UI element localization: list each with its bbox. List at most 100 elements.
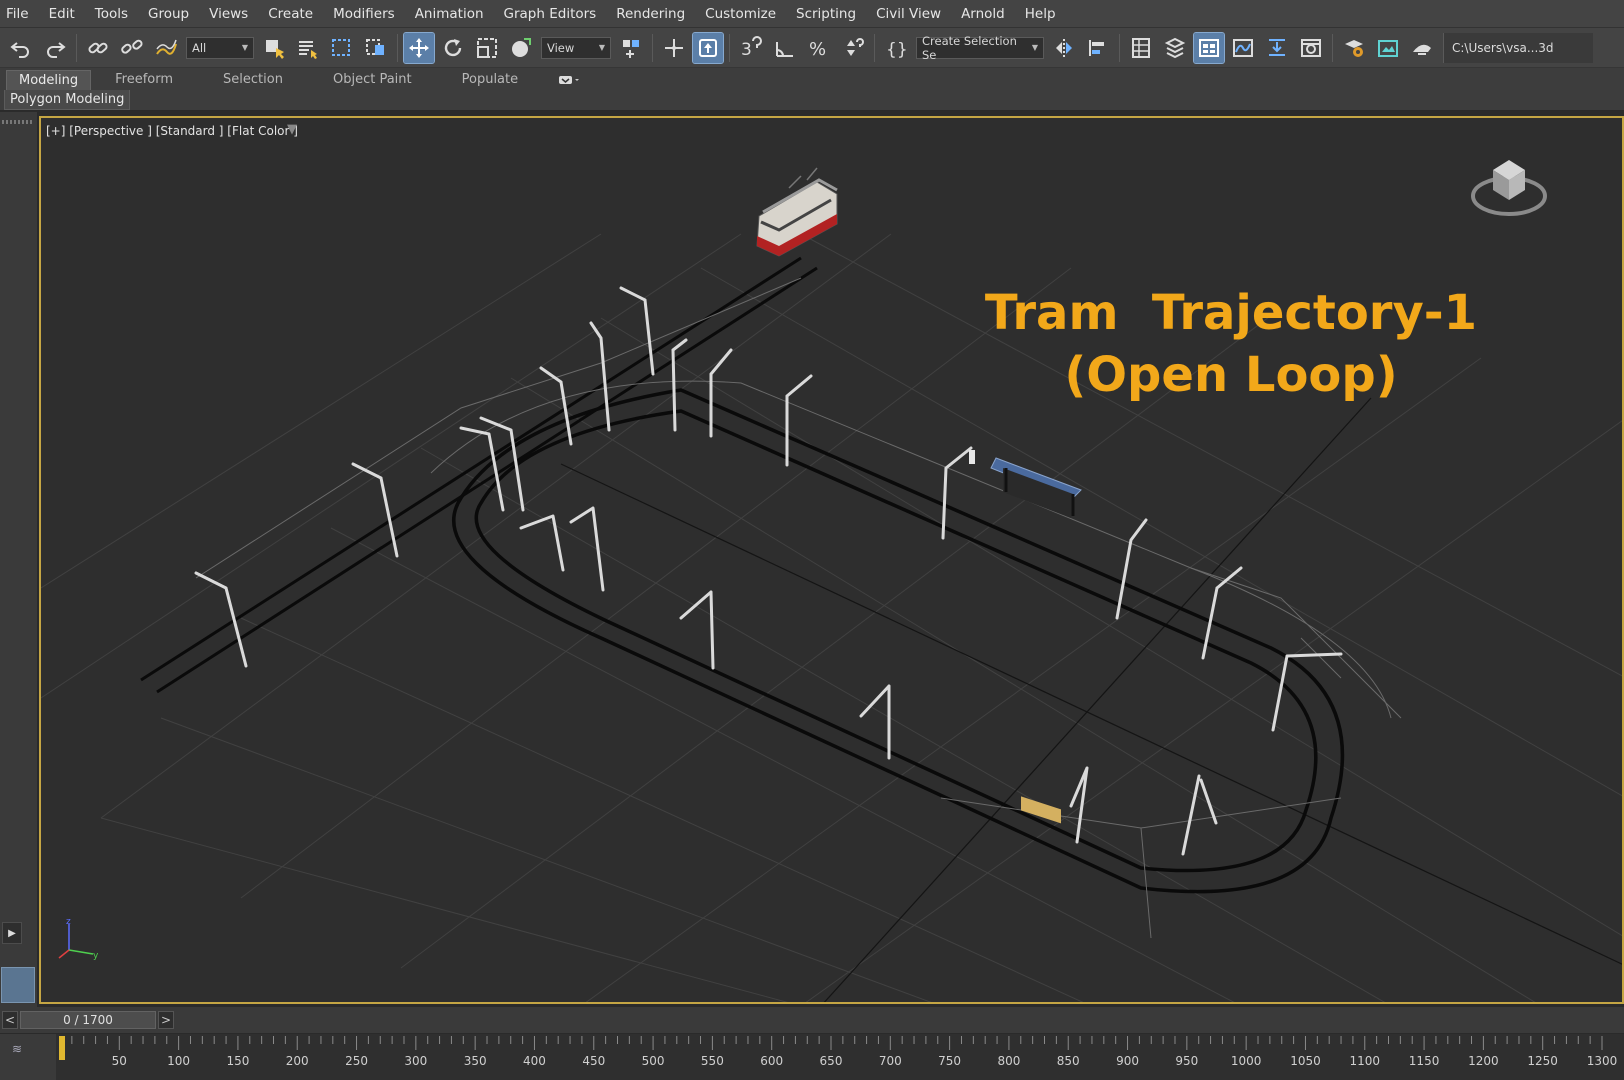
timeline-tick-label: 1000 — [1231, 1054, 1262, 1068]
tab-modeling[interactable]: Modeling — [6, 70, 92, 90]
material-editor-icon[interactable] — [1296, 33, 1326, 63]
rectangular-selection-icon[interactable] — [327, 33, 357, 63]
menu-scripting[interactable]: Scripting — [786, 0, 866, 28]
menu-views[interactable]: Views — [199, 0, 258, 28]
expand-arrow-icon[interactable]: ▶ — [2, 922, 22, 944]
timeline-tick-label: 1100 — [1349, 1054, 1380, 1068]
rendered-frame-window-icon[interactable] — [1373, 33, 1403, 63]
menu-bar: File Edit Tools Group Views Create Modif… — [0, 0, 1624, 28]
polygon-modeling-panel[interactable]: Polygon Modeling — [4, 90, 131, 110]
snaps-toggle-icon[interactable]: 3 — [736, 33, 766, 63]
grip-handle[interactable] — [2, 120, 34, 124]
current-frame-marker[interactable] — [59, 1036, 65, 1060]
track-bar-ruler[interactable]: 50 100 150 200 250 300 350 400 450 500 550 600 650 70… — [56, 1034, 1624, 1080]
ribbon-tabs: Modeling Freeform Selection Object Paint… — [0, 68, 1624, 90]
perspective-viewport[interactable]: [+] [Perspective ] [Standard ] [Flat Col… — [39, 116, 1624, 1004]
overlay-title-line2: (Open Loop) — [1064, 347, 1398, 403]
tab-object-paint[interactable]: Object Paint — [321, 70, 424, 90]
toolbar-separator — [652, 33, 653, 62]
toolbar-separator — [729, 33, 730, 62]
menu-graph-editors[interactable]: Graph Editors — [494, 0, 607, 28]
named-selection-set-dropdown[interactable]: Create Selection Se ▼ — [916, 34, 1044, 62]
project-path-text: C:\Users\vsa...3d — [1452, 40, 1554, 55]
timeline-tick-label: 350 — [464, 1054, 487, 1068]
timeline-tick-label: 700 — [879, 1054, 902, 1068]
ribbon-toggle-icon[interactable] — [1193, 31, 1225, 64]
reference-coordinate-dropdown[interactable]: View ▼ — [541, 36, 611, 59]
undo-icon[interactable] — [6, 33, 36, 63]
scene-canvas[interactable] — [41, 118, 1624, 1004]
redo-icon[interactable] — [40, 33, 70, 63]
timeline-tick-label: 200 — [286, 1054, 309, 1068]
menu-file[interactable]: File — [0, 0, 39, 28]
menu-tools[interactable]: Tools — [85, 0, 138, 28]
chevron-down-icon: ▼ — [241, 43, 248, 52]
keyboard-shortcut-override-icon[interactable] — [692, 31, 724, 64]
selection-filter-value: All — [192, 40, 207, 55]
overlay-title-line1: Tram Trajectory-1 — [984, 285, 1478, 341]
angle-snap-icon[interactable] — [770, 33, 800, 63]
select-by-name-icon[interactable] — [293, 33, 323, 63]
rotate-icon[interactable] — [438, 33, 468, 63]
menu-civil-view[interactable]: Civil View — [866, 0, 951, 28]
render-setup-icon[interactable] — [1339, 33, 1369, 63]
viewport-filter-icon[interactable]: ▼ — [287, 122, 297, 137]
mirror-icon[interactable] — [1049, 33, 1079, 63]
timeline-tick-label: 950 — [1175, 1054, 1198, 1068]
mini-curve-editor-icon[interactable]: ≋ — [12, 1042, 22, 1056]
window-crossing-icon[interactable] — [361, 33, 391, 63]
link-icon[interactable] — [83, 33, 113, 63]
render-production-icon[interactable] — [1407, 33, 1437, 63]
viewport-label[interactable]: [+] [Perspective ] [Standard ] [Flat Col… — [46, 124, 298, 138]
edit-named-selection-icon[interactable]: {} — [881, 33, 911, 63]
viewport-layout-tab[interactable] — [1, 967, 35, 1003]
timeline-tick-label: 450 — [582, 1054, 605, 1068]
timeline-tick-label: 800 — [997, 1054, 1020, 1068]
toolbar-separator — [874, 33, 875, 62]
select-manipulate-icon[interactable] — [659, 33, 689, 63]
menu-modifiers[interactable]: Modifiers — [323, 0, 405, 28]
timeline-tick-label: 900 — [1116, 1054, 1139, 1068]
move-icon[interactable] — [403, 31, 435, 64]
tab-selection[interactable]: Selection — [211, 70, 295, 90]
axis-lines — [560, 397, 1622, 1002]
curve-editor-icon[interactable] — [1228, 33, 1258, 63]
menu-group[interactable]: Group — [138, 0, 199, 28]
pivot-center-icon[interactable] — [616, 33, 646, 63]
ribbon-options-icon[interactable] — [558, 70, 580, 90]
menu-arnold[interactable]: Arnold — [951, 0, 1015, 28]
spinner-snap-icon[interactable] — [838, 33, 868, 63]
unlink-icon[interactable] — [117, 33, 147, 63]
menu-customize[interactable]: Customize — [695, 0, 786, 28]
prev-frame-button[interactable]: < — [2, 1011, 18, 1029]
bind-space-warp-icon[interactable] — [151, 33, 181, 63]
layer-explorer-icon[interactable] — [1160, 33, 1190, 63]
timeline-tick-label: 500 — [642, 1054, 665, 1068]
scale-icon[interactable] — [472, 33, 502, 63]
percent-snap-icon[interactable]: % — [804, 33, 834, 63]
menu-create[interactable]: Create — [258, 0, 323, 28]
tab-populate[interactable]: Populate — [450, 70, 531, 90]
select-object-icon[interactable] — [259, 33, 289, 63]
tram-model[interactable] — [756, 167, 838, 257]
place-icon[interactable] — [506, 33, 536, 63]
menu-edit[interactable]: Edit — [39, 0, 85, 28]
timeline-tick-label: 750 — [938, 1054, 961, 1068]
project-path-field[interactable]: C:\Users\vsa...3d — [1443, 32, 1593, 63]
schematic-view-icon[interactable] — [1262, 33, 1292, 63]
svg-text:%: % — [809, 39, 826, 60]
viewport-layout-bar: ▶ — [0, 112, 38, 1007]
selection-filter-dropdown[interactable]: All ▼ — [186, 36, 254, 59]
tab-freeform[interactable]: Freeform — [103, 70, 185, 90]
svg-text:{}: {} — [886, 40, 908, 60]
viewcube-icon[interactable] — [1469, 148, 1549, 222]
align-icon[interactable] — [1083, 33, 1113, 63]
menu-animation[interactable]: Animation — [405, 0, 494, 28]
svg-text:3: 3 — [741, 40, 752, 60]
menu-help[interactable]: Help — [1015, 0, 1066, 28]
scene-explorer-icon[interactable] — [1126, 33, 1156, 63]
next-frame-button[interactable]: > — [158, 1011, 174, 1029]
menu-rendering[interactable]: Rendering — [606, 0, 695, 28]
time-slider[interactable]: 0 / 1700 — [20, 1011, 156, 1029]
reference-coordinate-value: View — [547, 40, 575, 55]
